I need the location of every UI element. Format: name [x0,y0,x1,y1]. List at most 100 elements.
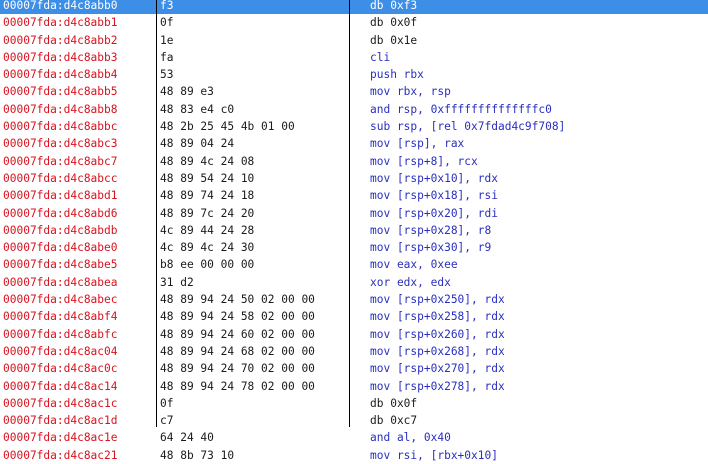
disassembly-row[interactable]: 00007fda:d4c8abea 31 d2 xor edx, edx [0,274,708,291]
row-bytes: 0f [160,396,174,410]
disassembly-row[interactable]: 00007fda:d4c8abdb 4c 89 44 24 28 mov [rsp+… [0,222,708,239]
disassembly-row[interactable]: 00007fda:d4c8abd1 48 89 74 24 18 mov [rsp+… [0,187,708,204]
row-instruction: mov [rsp+0x260], rdx [370,327,505,341]
row-address: 00007fda:d4c8abb5 [3,85,118,99]
column-divider-address-bytes[interactable] [156,0,157,427]
row-address: 00007fda:d4c8abb2 [3,33,118,47]
disassembly-row[interactable]: 00007fda:d4c8abb5 48 89 e3 mov rbx, rsp [0,83,708,100]
row-address: 00007fda:d4c8abea [3,275,118,289]
disassembly-row[interactable]: 00007fda:d4c8abb1 0f db 0x0f [0,14,708,31]
disassembly-row[interactable]: 00007fda:d4c8abc3 48 89 04 24 mov [rsp], r… [0,135,708,152]
row-bytes: 48 89 4c 24 08 [160,154,255,168]
row-address: 00007fda:d4c8abdb [3,223,118,237]
disassembly-view: 00007fda:d4c8abb0 f3 db 0xf3 00007fda:d4c8a… [0,0,708,464]
row-bytes: 48 89 54 24 10 [160,171,255,185]
row-address: 00007fda:d4c8ac1e [3,431,118,445]
row-bytes: 48 8b 73 10 [160,448,235,462]
row-instruction: db 0x1e [370,33,418,47]
row-address: 00007fda:d4c8abd6 [3,206,118,220]
row-instruction: mov [rsp+0x270], rdx [370,362,505,376]
row-address: 00007fda:d4c8ac21 [3,448,118,462]
row-address: 00007fda:d4c8abb1 [3,16,118,30]
column-divider-bytes-instruction[interactable] [349,0,350,427]
row-instruction: and rsp, 0xffffffffffffffc0 [370,102,552,116]
row-instruction: mov [rsp], rax [370,137,465,151]
disassembly-row[interactable]: 00007fda:d4c8abd6 48 89 7c 24 20 mov [rsp+… [0,205,708,222]
row-bytes: 64 24 40 [160,431,214,445]
row-instruction: mov eax, 0xee [370,258,458,272]
disassembly-row[interactable]: 00007fda:d4c8abec 48 89 94 24 50 02 00 00… [0,291,708,308]
disassembly-row[interactable]: 00007fda:d4c8abf4 48 89 94 24 58 02 00 00… [0,308,708,325]
row-bytes: 48 89 94 24 60 02 00 00 [160,327,315,341]
row-bytes: 31 d2 [160,275,194,289]
row-bytes: 48 89 7c 24 20 [160,206,255,220]
row-address: 00007fda:d4c8ac1c [3,396,118,410]
row-address: 00007fda:d4c8abb4 [3,68,118,82]
disassembly-row[interactable]: 00007fda:d4c8abb0 f3 db 0xf3 [0,0,708,15]
disassembly-row[interactable]: 00007fda:d4c8ac1c 0f db 0x0f [0,395,708,412]
row-address: 00007fda:d4c8abec [3,293,118,307]
row-instruction: mov [rsp+0x28], r8 [370,223,492,237]
row-address: 00007fda:d4c8abc7 [3,154,118,168]
disassembly-row[interactable]: 00007fda:d4c8abcc 48 89 54 24 10 mov [rsp+… [0,170,708,187]
row-bytes: 48 89 94 24 58 02 00 00 [160,310,315,324]
row-bytes: 48 89 e3 [160,85,214,99]
row-address: 00007fda:d4c8abf4 [3,310,118,324]
row-instruction: mov [rsp+0x250], rdx [370,293,505,307]
row-bytes: 48 89 94 24 78 02 00 00 [160,379,315,393]
row-instruction: cli [370,50,391,64]
row-instruction: db 0xf3 [370,0,418,12]
row-bytes: 48 89 74 24 18 [160,189,255,203]
disassembly-row[interactable]: 00007fda:d4c8abb4 53 push rbx [0,66,708,83]
row-bytes: fa [160,50,174,64]
row-address: 00007fda:d4c8abb3 [3,50,118,64]
row-instruction: mov [rsp+0x20], rdi [370,206,498,220]
disassembly-row[interactable]: 00007fda:d4c8ac21 48 8b 73 10 mov rsi, [rb… [0,447,708,464]
row-bytes: 53 [160,68,174,82]
row-bytes: 48 89 94 24 68 02 00 00 [160,344,315,358]
disassembly-row[interactable]: 00007fda:d4c8ac0c 48 89 94 24 70 02 00 00… [0,360,708,377]
row-instruction: db 0x0f [370,396,418,410]
row-instruction: mov rbx, rsp [370,85,451,99]
row-bytes: 48 89 94 24 70 02 00 00 [160,362,315,376]
disassembly-row[interactable]: 00007fda:d4c8abbc 48 2b 25 45 4b 01 00 sub… [0,118,708,135]
disassembly-row[interactable]: 00007fda:d4c8abb3 fa cli [0,49,708,66]
row-address: 00007fda:d4c8abe5 [3,258,118,272]
disassembly-row[interactable]: 00007fda:d4c8ac04 48 89 94 24 68 02 00 00… [0,343,708,360]
disassembly-row[interactable]: 00007fda:d4c8ac1e 64 24 40 and al, 0x40 [0,429,708,446]
row-bytes: f3 [160,0,174,12]
row-address: 00007fda:d4c8abbc [3,120,118,134]
row-instruction: push rbx [370,68,424,82]
disassembly-rows: 00007fda:d4c8abb0 f3 db 0xf3 00007fda:d4c8a… [0,0,708,464]
row-address: 00007fda:d4c8ac04 [3,344,118,358]
row-instruction: mov [rsp+8], rcx [370,154,478,168]
row-address: 00007fda:d4c8abb8 [3,102,118,116]
disassembly-row[interactable]: 00007fda:d4c8abfc 48 89 94 24 60 02 00 00… [0,326,708,343]
row-address: 00007fda:d4c8ac14 [3,379,118,393]
disassembly-row[interactable]: 00007fda:d4c8abb2 1e db 0x1e [0,32,708,49]
disassembly-row[interactable]: 00007fda:d4c8ac14 48 89 94 24 78 02 00 00… [0,378,708,395]
row-address: 00007fda:d4c8abc3 [3,137,118,151]
row-instruction: mov [rsp+0x10], rdx [370,171,498,185]
disassembly-row[interactable]: 00007fda:d4c8abc7 48 89 4c 24 08 mov [rsp+… [0,153,708,170]
row-instruction: mov [rsp+0x268], rdx [370,344,505,358]
row-instruction: db 0x0f [370,16,418,30]
row-bytes: 1e [160,33,174,47]
row-bytes: 4c 89 44 24 28 [160,223,255,237]
row-bytes: 48 89 04 24 [160,137,235,151]
disassembly-row[interactable]: 00007fda:d4c8abb8 48 83 e4 c0 and rsp, 0xf… [0,101,708,118]
disassembly-row[interactable]: 00007fda:d4c8abe0 4c 89 4c 24 30 mov [rsp+… [0,239,708,256]
row-bytes: 4c 89 4c 24 30 [160,241,255,255]
row-bytes: 0f [160,16,174,30]
row-address: 00007fda:d4c8abfc [3,327,118,341]
row-instruction: mov [rsp+0x30], r9 [370,241,492,255]
row-bytes: 48 83 e4 c0 [160,102,235,116]
row-bytes: 48 89 94 24 50 02 00 00 [160,293,315,307]
row-instruction: mov [rsp+0x258], rdx [370,310,505,324]
row-instruction: sub rsp, [rel 0x7fdad4c9f708] [370,120,566,134]
row-bytes: 48 2b 25 45 4b 01 00 [160,120,295,134]
row-address: 00007fda:d4c8abb0 [3,0,118,12]
disassembly-row[interactable]: 00007fda:d4c8abe5 b8 ee 00 00 00 mov eax, … [0,256,708,273]
row-address: 00007fda:d4c8abe0 [3,241,118,255]
row-instruction: mov [rsp+0x18], rsi [370,189,498,203]
